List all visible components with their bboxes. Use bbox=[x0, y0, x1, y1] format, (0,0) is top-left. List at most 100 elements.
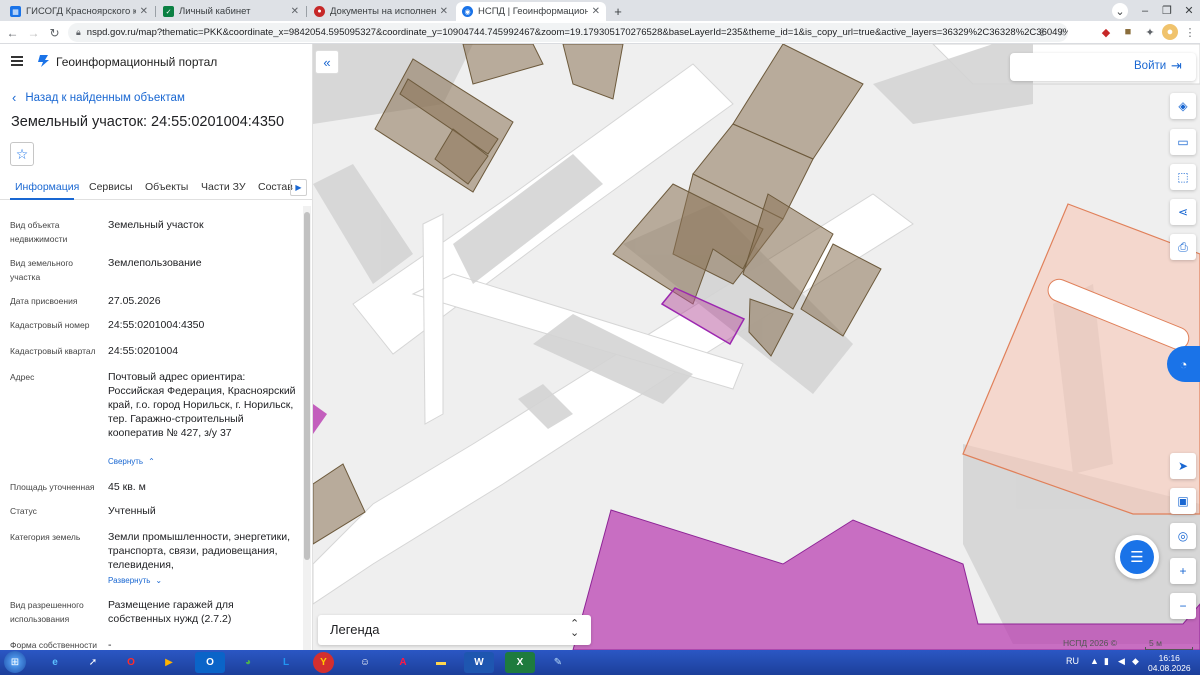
app-taskbar-icon[interactable]: ➚ bbox=[78, 652, 108, 673]
property-list: Вид объекта недвижимости Земельный участ… bbox=[0, 204, 304, 650]
forward-arrow-icon[interactable]: → bbox=[25, 24, 42, 41]
layers-button[interactable]: ◈ bbox=[1170, 93, 1196, 119]
reload-icon[interactable]: ↻ bbox=[46, 24, 63, 41]
tray-network-icon[interactable]: ▮ bbox=[1104, 656, 1109, 667]
chat-support-button[interactable]: ☰ bbox=[1115, 535, 1159, 579]
back-label: Назад к найденным объектам bbox=[25, 91, 185, 104]
lync-taskbar-icon[interactable]: L bbox=[271, 652, 301, 673]
tabs-scroll-right-button[interactable]: ▶ bbox=[290, 179, 307, 196]
property-value: Земельный участок bbox=[108, 219, 204, 231]
browser-tab-bar: ▦ ГИСОГД Красноярского края ✕ ✓ Личный к… bbox=[0, 0, 1200, 21]
share-icon[interactable]: ⇪ bbox=[1034, 24, 1050, 40]
extension-icon[interactable]: ◆ bbox=[1098, 24, 1114, 40]
back-to-results-link[interactable]: ‹ Назад к найденным объектам bbox=[12, 90, 185, 105]
property-value: 27.05.2026 bbox=[108, 295, 161, 307]
property-label: Дата присвоения bbox=[10, 296, 78, 306]
chrome-taskbar-icon[interactable]: ◕ bbox=[233, 652, 263, 673]
extensions-puzzle-icon[interactable]: ✦ bbox=[1142, 24, 1158, 40]
select-area-button[interactable]: ⬚ bbox=[1170, 164, 1196, 190]
locate-button[interactable]: ➤ bbox=[1170, 453, 1196, 479]
nspd-icon: ◉ bbox=[462, 6, 473, 17]
sidebar-scrollbar-thumb[interactable] bbox=[304, 212, 310, 560]
outlook-taskbar-icon[interactable]: O bbox=[195, 652, 225, 673]
building-footprint bbox=[313, 164, 413, 284]
expand-link[interactable]: Развернуть ⌄ bbox=[108, 575, 162, 586]
zoom-out-button[interactable]: − bbox=[1170, 593, 1196, 619]
tab-information[interactable]: Информация bbox=[15, 181, 79, 193]
windows-logo-icon: ⊞ bbox=[10, 656, 20, 668]
tray-volume-icon[interactable]: ◀ bbox=[1118, 656, 1125, 667]
map-layers bbox=[313, 44, 1200, 650]
browser-tab-gisogd[interactable]: ▦ ГИСОГД Красноярского края ✕ bbox=[4, 2, 154, 21]
sidebar-panel: Геоинформационный портал ‹ Назад к найде… bbox=[0, 44, 313, 650]
browser-tab-cabinet[interactable]: ✓ Личный кабинет ✕ bbox=[157, 2, 305, 21]
word-taskbar-icon[interactable]: W bbox=[464, 652, 494, 673]
favorite-star-button[interactable]: ☆ bbox=[10, 142, 34, 166]
system-clock[interactable]: 16:16 04.08.2026 bbox=[1148, 653, 1191, 673]
measure-button[interactable]: ▭ bbox=[1170, 129, 1196, 155]
app-taskbar-icon[interactable]: ☺ bbox=[350, 652, 380, 673]
url-field[interactable]: 🔒︎ nspd.gov.ru/map?thematic=PKK&coordina… bbox=[68, 23, 1068, 42]
property-label: Статус bbox=[10, 506, 37, 516]
plus-icon: + bbox=[1179, 564, 1187, 578]
zoom-in-button[interactable]: + bbox=[1170, 558, 1196, 584]
tab-parts[interactable]: Части ЗУ bbox=[201, 181, 246, 193]
back-arrow-icon[interactable]: ← bbox=[4, 24, 21, 41]
property-value: Земли промышленности, энергетики, трансп… bbox=[108, 531, 291, 571]
bookmark-star-icon[interactable]: ☆ bbox=[1054, 24, 1070, 40]
tray-arrow-icon[interactable]: ▲ bbox=[1090, 656, 1099, 666]
ie-taskbar-icon[interactable]: e bbox=[40, 652, 70, 673]
property-value: Учтенный bbox=[108, 505, 156, 517]
maximize-icon[interactable]: ❐ bbox=[1158, 2, 1176, 19]
layers-icon: ◈ bbox=[1178, 99, 1188, 113]
media-taskbar-icon[interactable]: ▶ bbox=[154, 652, 184, 673]
double-chevron-left-icon: « bbox=[323, 54, 331, 70]
start-button[interactable]: ⊞ bbox=[4, 651, 26, 673]
app-taskbar-icon[interactable]: ✎ bbox=[543, 652, 573, 673]
map-copyright: НСПД 2026 © bbox=[1063, 638, 1118, 648]
legend-label: Легенда bbox=[330, 622, 380, 637]
yandex-taskbar-icon[interactable]: Y bbox=[313, 652, 334, 673]
collapse-link[interactable]: Свернуть ⌃ bbox=[108, 456, 155, 467]
collapse-sidebar-button[interactable]: « bbox=[315, 50, 339, 74]
portal-header: Геоинформационный портал bbox=[0, 44, 312, 80]
new-tab-button[interactable]: + bbox=[610, 3, 626, 19]
property-label: Кадастровый номер bbox=[10, 320, 90, 330]
close-icon[interactable]: ✕ bbox=[440, 6, 448, 17]
minimize-icon[interactable]: – bbox=[1136, 2, 1154, 19]
tab-services[interactable]: Сервисы bbox=[89, 181, 133, 193]
tab-composition[interactable]: Состав bbox=[258, 181, 293, 193]
expand-label: Развернуть bbox=[108, 576, 151, 585]
legend-dropdown[interactable]: Легенда ⌃ ⌄ bbox=[318, 615, 591, 645]
menu-dots-icon[interactable]: ⋮ bbox=[1182, 24, 1198, 40]
acrobat-taskbar-icon[interactable]: A bbox=[388, 652, 418, 673]
print-button[interactable]: ⎙ bbox=[1170, 234, 1196, 260]
menu-hamburger-icon[interactable] bbox=[11, 56, 23, 66]
share-map-button[interactable]: ⋖ bbox=[1170, 199, 1196, 225]
minimap-button[interactable]: ▣ bbox=[1170, 488, 1196, 514]
garage-parcel bbox=[562, 44, 624, 100]
explorer-taskbar-icon[interactable]: ▬ bbox=[426, 652, 456, 673]
browser-tab-documents[interactable]: ● Документы на исполнении ✕ bbox=[308, 2, 454, 21]
assistant-side-tab[interactable]: ◔ bbox=[1167, 346, 1200, 382]
login-arrow-icon: ⇥ bbox=[1171, 58, 1182, 73]
ruler-icon: ▭ bbox=[1177, 135, 1189, 149]
geo-search-button[interactable]: ◎ bbox=[1170, 523, 1196, 549]
property-value: 24:55:0201004:4350 bbox=[108, 319, 205, 331]
opera-taskbar-icon[interactable]: O bbox=[116, 652, 146, 673]
close-window-icon[interactable]: ✕ bbox=[1180, 2, 1198, 19]
map-canvas[interactable]: « Войти ⇥ ◈ ▭ ⬚ ⋖ ⎙ ◔ ➤ ▣ ◎ + − ☰ Легенд… bbox=[313, 44, 1200, 650]
chevron-up-icon: ⌃ bbox=[148, 457, 155, 466]
close-icon[interactable]: ✕ bbox=[592, 6, 600, 17]
tab-objects[interactable]: Объекты bbox=[145, 181, 188, 193]
excel-taskbar-icon[interactable]: X bbox=[505, 652, 535, 673]
extension-icon[interactable]: ■ bbox=[1120, 24, 1136, 40]
tab-search-icon[interactable]: ⌄ bbox=[1112, 3, 1128, 19]
close-icon[interactable]: ✕ bbox=[140, 6, 148, 17]
language-indicator[interactable]: RU bbox=[1066, 656, 1079, 666]
close-icon[interactable]: ✕ bbox=[291, 6, 299, 17]
login-button[interactable]: Войти ⇥ bbox=[1010, 53, 1196, 81]
browser-tab-nspd[interactable]: ◉ НСПД | Геоинформационный п ✕ bbox=[456, 2, 606, 21]
profile-avatar-icon[interactable]: ● bbox=[1162, 24, 1178, 40]
tray-app-icon[interactable]: ◆ bbox=[1132, 656, 1139, 667]
